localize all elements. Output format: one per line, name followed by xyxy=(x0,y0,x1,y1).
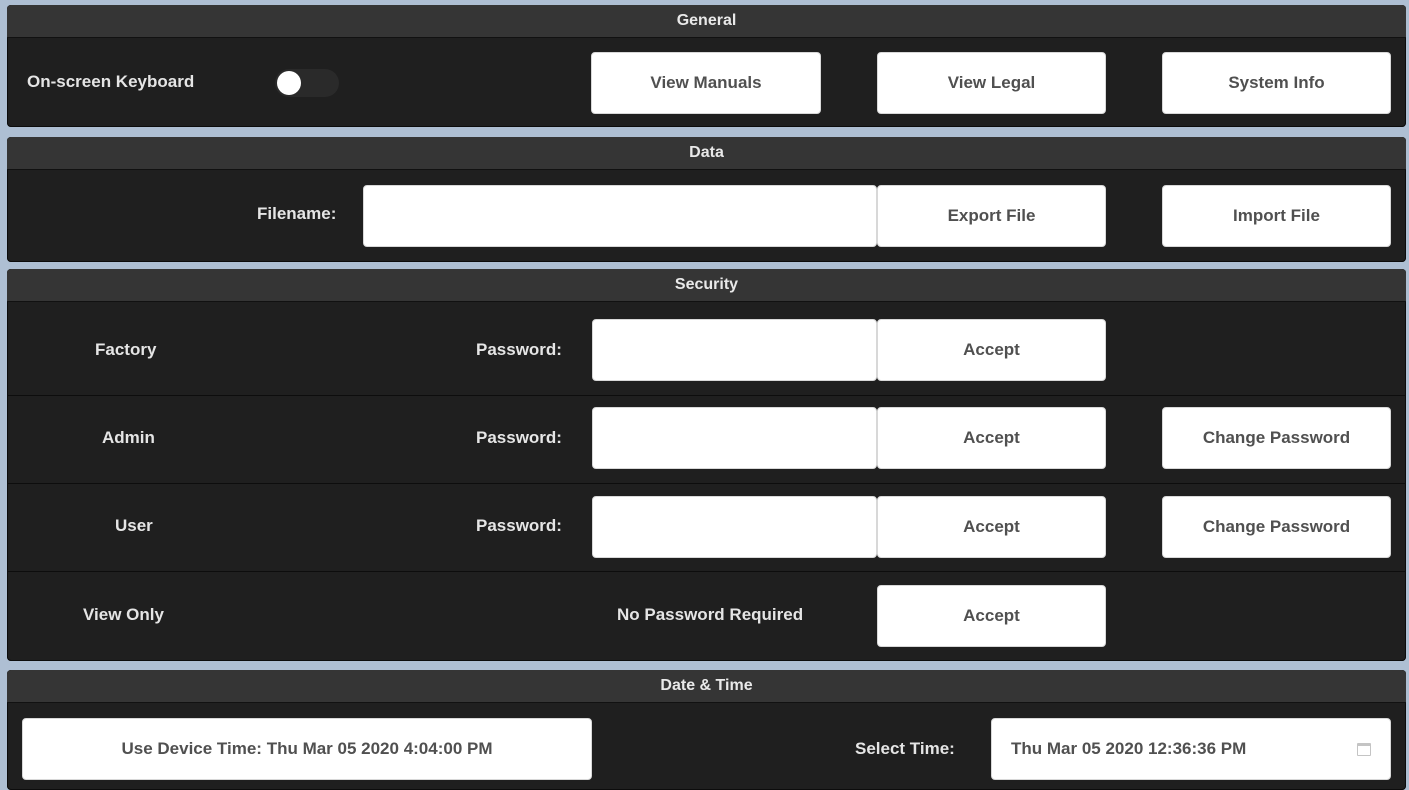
admin-accept-button[interactable]: Accept xyxy=(877,407,1106,469)
user-password-input[interactable] xyxy=(592,496,877,558)
general-panel: General On-screen Keyboard View Manuals … xyxy=(7,5,1406,127)
keyboard-label: On-screen Keyboard xyxy=(27,72,195,91)
filename-input[interactable] xyxy=(363,185,877,247)
admin-password-input[interactable] xyxy=(592,407,877,469)
password-label: Password: xyxy=(476,340,562,359)
role-label-user: User xyxy=(115,516,153,535)
admin-change-password-button[interactable]: Change Password xyxy=(1162,407,1391,469)
select-time-input[interactable]: Thu Mar 05 2020 12:36:36 PM xyxy=(991,718,1391,780)
view-legal-button[interactable]: View Legal xyxy=(877,52,1106,114)
datetime-header: Date & Time xyxy=(7,670,1406,703)
row-divider xyxy=(7,395,1406,396)
password-label: Password: xyxy=(476,428,562,447)
toggle-knob xyxy=(277,71,301,95)
row-divider xyxy=(7,571,1406,572)
row-divider xyxy=(7,483,1406,484)
role-label-view-only: View Only xyxy=(83,605,164,624)
data-header: Data xyxy=(7,137,1406,170)
password-label: Password: xyxy=(476,516,562,535)
factory-accept-button[interactable]: Accept xyxy=(877,319,1106,381)
user-accept-button[interactable]: Accept xyxy=(877,496,1106,558)
import-file-button[interactable]: Import File xyxy=(1162,185,1391,247)
calendar-icon[interactable] xyxy=(1357,743,1371,756)
role-label-factory: Factory xyxy=(95,340,157,359)
view-only-accept-button[interactable]: Accept xyxy=(877,585,1106,647)
datetime-panel: Date & Time Use Device Time: Thu Mar 05 … xyxy=(7,670,1406,790)
general-header: General xyxy=(7,5,1406,38)
select-time-label: Select Time: xyxy=(855,739,955,758)
factory-password-input[interactable] xyxy=(592,319,877,381)
keyboard-toggle[interactable] xyxy=(275,69,339,97)
role-label-admin: Admin xyxy=(102,428,155,447)
view-manuals-button[interactable]: View Manuals xyxy=(591,52,821,114)
select-time-value: Thu Mar 05 2020 12:36:36 PM xyxy=(1011,739,1247,758)
export-file-button[interactable]: Export File xyxy=(877,185,1106,247)
system-info-button[interactable]: System Info xyxy=(1162,52,1391,114)
security-panel: Security Factory Password: Accept Admin … xyxy=(7,269,1406,661)
no-password-label: No Password Required xyxy=(617,605,804,624)
filename-label: Filename: xyxy=(257,204,337,223)
use-device-time-button[interactable]: Use Device Time: Thu Mar 05 2020 4:04:00… xyxy=(22,718,592,780)
security-header: Security xyxy=(7,269,1406,302)
user-change-password-button[interactable]: Change Password xyxy=(1162,496,1391,558)
data-panel: Data Filename: Export File Import File xyxy=(7,137,1406,262)
